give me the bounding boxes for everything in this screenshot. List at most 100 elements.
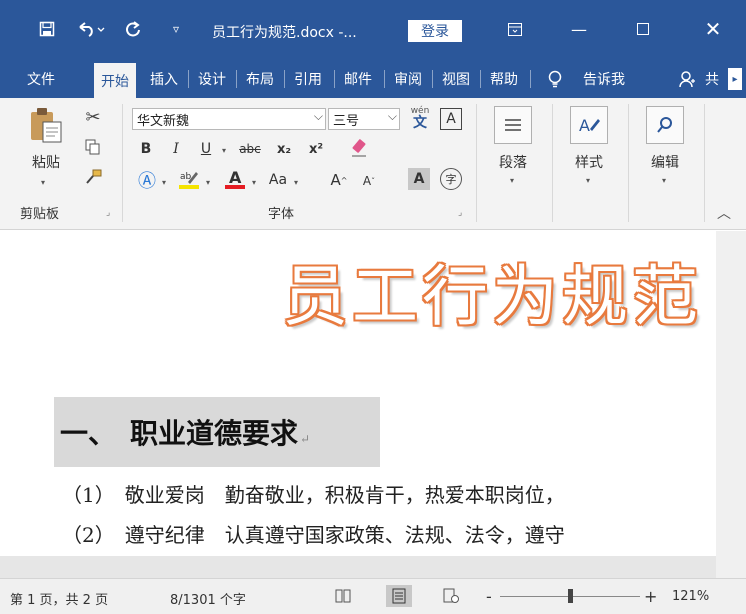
chevron-down-icon[interactable]: ⌵ xyxy=(388,109,397,124)
zoom-level[interactable]: 121% xyxy=(672,589,709,604)
enclose-characters-button[interactable]: 字 xyxy=(440,168,462,190)
read-mode-icon[interactable] xyxy=(330,585,356,607)
share-person-icon[interactable] xyxy=(676,60,698,98)
page-info[interactable]: 第 1 页，共 2 页 xyxy=(10,589,108,608)
undo-icon[interactable] xyxy=(74,14,108,44)
phonetic-guide-icon: 文 xyxy=(413,114,427,131)
tabs-scroll-right-icon[interactable]: ▸ xyxy=(728,68,742,90)
tab-insert[interactable]: 插入 xyxy=(144,60,184,98)
paste-dropdown-icon[interactable]: ▾ xyxy=(41,178,45,187)
body-line: （1） 敬业爱岗 勤奋敬业，积极肯干，热爱本职岗位， xyxy=(62,483,565,507)
shrink-font-label: A xyxy=(362,174,372,188)
tab-separator xyxy=(432,70,433,88)
bold-button[interactable]: B xyxy=(136,138,156,160)
italic-button[interactable]: I xyxy=(166,138,186,160)
grow-font-button[interactable]: A ^ xyxy=(328,168,350,192)
format-painter-icon[interactable] xyxy=(82,166,104,188)
paste-label[interactable]: 粘贴 xyxy=(26,152,66,172)
tab-view[interactable]: 视图 xyxy=(436,60,476,98)
cut-icon[interactable]: ✂ xyxy=(82,106,104,128)
superscript-button[interactable]: x² xyxy=(304,138,328,160)
web-layout-icon[interactable] xyxy=(438,585,464,607)
tab-design[interactable]: 设计 xyxy=(192,60,232,98)
search-icon[interactable] xyxy=(646,106,684,144)
underline-dropdown-icon[interactable]: ▾ xyxy=(222,146,226,155)
redo-icon[interactable] xyxy=(120,14,146,44)
lightbulb-icon[interactable] xyxy=(540,60,570,98)
tab-help[interactable]: 帮助 xyxy=(484,60,524,98)
font-name-value: 华文新魏 xyxy=(137,113,190,129)
font-color-icon[interactable]: A xyxy=(222,166,248,192)
font-size-combo[interactable]: 三号 ⌵ xyxy=(328,108,400,130)
text-effects-icon[interactable]: Ⓐ xyxy=(134,168,160,192)
tab-separator xyxy=(384,70,385,88)
svg-text:A: A xyxy=(229,168,242,187)
highlight-color-icon[interactable]: ab xyxy=(176,166,202,192)
ribbon-panel: 粘贴 ▾ ✂ 剪贴板 ⌟ 华文新魏 ⌵ 三号 ⌵ wén 文 A B I U ▾… xyxy=(0,98,746,230)
font-group-label: 字体 xyxy=(268,207,295,222)
word-count[interactable]: 8/1301 个字 xyxy=(170,589,246,608)
highlight-dropdown-icon[interactable]: ▾ xyxy=(206,178,210,187)
tab-layout[interactable]: 布局 xyxy=(240,60,280,98)
status-bar: 第 1 页，共 2 页 8/1301 个字 - + 121% xyxy=(0,578,746,614)
print-layout-icon[interactable] xyxy=(386,585,412,607)
maximize-icon[interactable] xyxy=(620,14,666,44)
collapse-ribbon-icon[interactable]: ︿ xyxy=(714,204,734,222)
editing-label[interactable]: 编辑 xyxy=(642,152,688,172)
underline-button[interactable]: U xyxy=(196,138,216,160)
group-separator xyxy=(476,104,477,222)
paragraph-label[interactable]: 段落 xyxy=(490,152,536,172)
font-size-value: 三号 xyxy=(333,113,360,129)
grow-font-label: A xyxy=(330,171,341,189)
close-icon[interactable]: ✕ xyxy=(690,14,736,44)
font-color-dropdown-icon[interactable]: ▾ xyxy=(252,178,256,187)
clipboard-launcher-icon[interactable]: ⌟ xyxy=(106,208,110,218)
subscript-button[interactable]: x₂ xyxy=(272,138,296,160)
section-heading-text: 一、 职业道德要求 xyxy=(60,417,299,450)
save-icon[interactable] xyxy=(34,14,60,44)
login-button[interactable]: 登录 xyxy=(408,20,462,42)
grow-arrow-icon: ^ xyxy=(340,175,348,185)
styles-icon[interactable]: A xyxy=(570,106,608,144)
vertical-scrollbar[interactable] xyxy=(716,231,746,578)
styles-label[interactable]: 样式 xyxy=(566,152,612,172)
character-shading-button[interactable]: A xyxy=(408,168,430,190)
section-heading: 一、 职业道德要求 ↵ xyxy=(54,397,380,467)
zoom-slider-thumb[interactable] xyxy=(568,589,573,603)
customize-qat-icon[interactable]: ▿ xyxy=(166,14,186,44)
tab-mailings[interactable]: 邮件 xyxy=(338,60,378,98)
change-case-button[interactable]: Aa xyxy=(264,168,292,192)
tab-separator xyxy=(284,70,285,88)
shrink-font-button[interactable]: Aˇ xyxy=(358,170,380,192)
minimize-icon[interactable]: — xyxy=(556,14,602,44)
tab-file[interactable]: 文件 xyxy=(18,60,64,98)
ribbon-tabs: 文件 开始 插入 设计 布局 引用 邮件 审阅 视图 帮助 告诉我 共 ▸ xyxy=(0,60,746,98)
chevron-down-icon[interactable]: ⌵ xyxy=(314,109,323,124)
tab-separator xyxy=(236,70,237,88)
paragraph-icon[interactable] xyxy=(494,106,532,144)
tab-separator xyxy=(334,70,335,88)
document-page[interactable]: 员工行为规范 一、 职业道德要求 ↵ （1） 敬业爱岗 勤奋敬业，积极肯干，热爱本… xyxy=(0,231,716,556)
ribbon-display-icon[interactable] xyxy=(492,14,538,44)
paste-icon[interactable] xyxy=(26,104,66,146)
text-effects-dropdown-icon[interactable]: ▾ xyxy=(162,178,166,187)
tab-separator xyxy=(188,70,189,88)
tab-references[interactable]: 引用 xyxy=(288,60,328,98)
change-case-dropdown-icon[interactable]: ▾ xyxy=(294,178,298,187)
font-name-combo[interactable]: 华文新魏 ⌵ xyxy=(132,108,326,130)
clear-formatting-icon[interactable] xyxy=(346,136,372,160)
font-launcher-icon[interactable]: ⌟ xyxy=(458,208,462,218)
phonetic-guide-button[interactable]: wén 文 xyxy=(408,104,432,132)
strikethrough-button[interactable]: abc xyxy=(234,138,266,160)
tell-me-search[interactable]: 告诉我 xyxy=(574,60,634,98)
character-border-button[interactable]: A xyxy=(440,108,462,130)
copy-icon[interactable] xyxy=(82,136,104,158)
zoom-out-button[interactable]: - xyxy=(486,587,492,606)
zoom-in-button[interactable]: + xyxy=(644,587,657,606)
tab-home[interactable]: 开始 xyxy=(94,63,136,98)
tab-share[interactable]: 共 xyxy=(698,60,726,98)
editing-dropdown-icon[interactable]: ▾ xyxy=(662,176,666,185)
styles-dropdown-icon[interactable]: ▾ xyxy=(586,176,590,185)
paragraph-dropdown-icon[interactable]: ▾ xyxy=(510,176,514,185)
tab-review[interactable]: 审阅 xyxy=(388,60,428,98)
